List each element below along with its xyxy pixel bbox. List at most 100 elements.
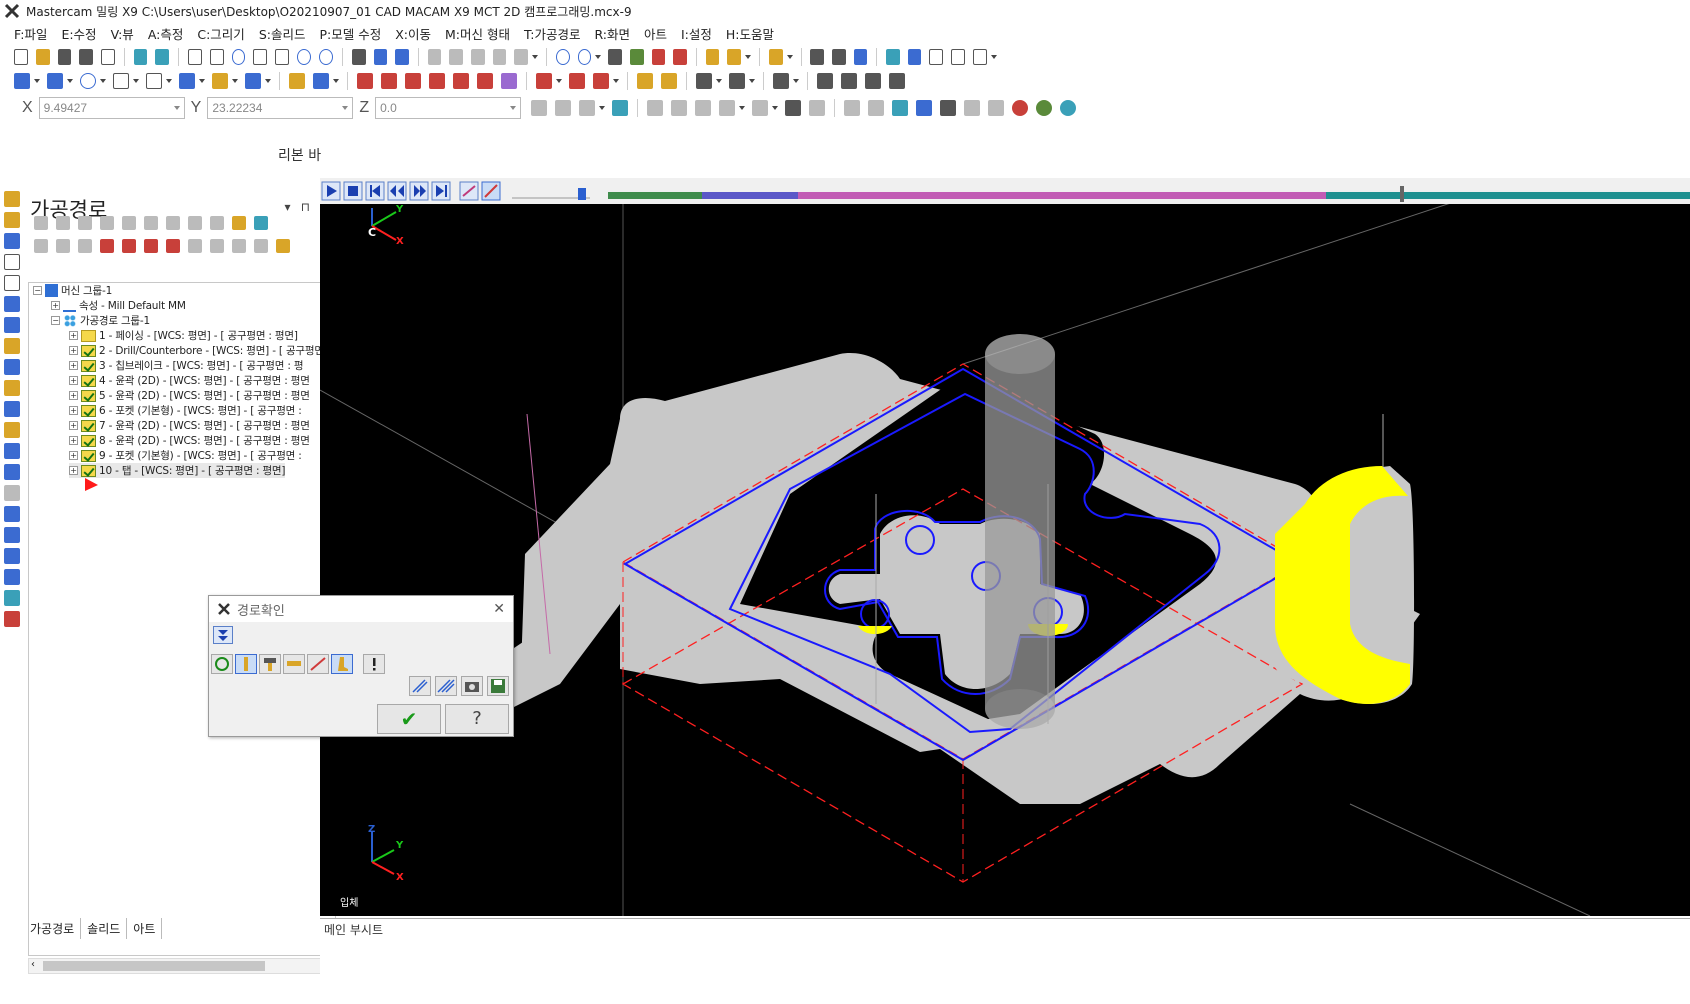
spline-icon[interactable]: [179, 73, 195, 89]
fit-icon[interactable]: [187, 49, 202, 65]
regen-selected-icon[interactable]: [78, 216, 92, 230]
strip-model-chamfer-icon[interactable]: [4, 464, 20, 480]
expand-icon[interactable]: +: [69, 331, 78, 340]
menu-transform[interactable]: X:이동: [395, 24, 431, 43]
tree-item-op-1[interactable]: + 1 - 페이싱 - [WCS: 평면] - [ 공구평면 : 평면]: [69, 328, 298, 343]
backplot-timeline[interactable]: [608, 186, 1690, 202]
y-coordinate-input[interactable]: 23.22234: [207, 97, 354, 119]
x-coordinate-input[interactable]: 9.49427: [38, 97, 185, 119]
solid-revolve-icon[interactable]: [841, 73, 857, 89]
layout-icon[interactable]: [973, 49, 988, 65]
speed-slider[interactable]: [512, 188, 590, 200]
mirror-icon[interactable]: [381, 73, 397, 89]
backplot-icon[interactable]: [122, 216, 136, 230]
strip-point-icon[interactable]: [4, 422, 20, 438]
back-select-icon[interactable]: [940, 100, 957, 116]
tree-item-op-9[interactable]: + 9 - 포켓 (기본형) - [WCS: 평면] - [ 공구평면 :: [69, 448, 302, 463]
strip-wireframe-icon[interactable]: [4, 590, 20, 606]
x-plane-icon[interactable]: [579, 100, 596, 116]
play-button[interactable]: [321, 181, 341, 201]
select-chain-icon[interactable]: [647, 100, 664, 116]
rotate-icon[interactable]: [351, 49, 366, 65]
shade-solid-icon[interactable]: [608, 49, 623, 65]
iso-view-icon[interactable]: [492, 49, 507, 65]
help-button[interactable]: ?: [445, 704, 509, 734]
hatch-icon[interactable]: [773, 73, 789, 89]
menu-art[interactable]: 아트: [644, 24, 667, 43]
arc-icon[interactable]: [146, 73, 162, 89]
strip-drill-icon[interactable]: [4, 296, 20, 312]
regen-dirty-icon[interactable]: [100, 216, 114, 230]
move-down-icon[interactable]: [100, 239, 114, 253]
translucent-icon[interactable]: [651, 49, 666, 65]
point-icon[interactable]: [14, 73, 30, 89]
single-display-icon[interactable]: [188, 239, 202, 253]
pan-icon[interactable]: [373, 49, 388, 65]
strip-transform-icon[interactable]: [4, 485, 20, 501]
stop-button[interactable]: [343, 181, 363, 201]
tree-item-properties[interactable]: + 속성 - Mill Default MM: [51, 298, 186, 313]
menu-solid[interactable]: S:솔리드: [259, 24, 306, 43]
undo-icon[interactable]: [133, 49, 148, 65]
scale-icon[interactable]: [429, 73, 445, 89]
shade-color-icon[interactable]: [630, 49, 644, 65]
quick-verify-button[interactable]: [331, 654, 353, 674]
expand-icon[interactable]: [254, 239, 268, 253]
help-icon[interactable]: [1060, 100, 1077, 116]
config-icon[interactable]: [907, 49, 922, 65]
front-view-icon[interactable]: [449, 49, 463, 65]
tree-item-op-6[interactable]: + 6 - 포켓 (기본형) - [WCS: 평면] - [ 공구평면 :: [69, 403, 302, 418]
menu-toolpaths[interactable]: T:가공경로: [524, 24, 580, 43]
wireframe-icon[interactable]: [555, 49, 570, 65]
display-endpoints-button[interactable]: [307, 654, 329, 674]
tree-item-op-5[interactable]: + 5 - 윤곽 (2D) - [WCS: 평면] - [ 공구평면 : 평면: [69, 388, 310, 403]
rectangular-array-icon[interactable]: [536, 73, 552, 89]
analyze-icon[interactable]: [810, 49, 825, 65]
grid-array-icon[interactable]: [569, 73, 585, 89]
menu-help[interactable]: H:도움말: [726, 24, 774, 43]
strip-slot-icon[interactable]: [4, 275, 20, 291]
tab-main-sheet[interactable]: 메인 부시트: [324, 921, 383, 938]
display-tool-button[interactable]: [235, 654, 257, 674]
note-icon[interactable]: [637, 73, 653, 89]
zoom-icon[interactable]: [275, 49, 290, 65]
print-icon[interactable]: [79, 49, 93, 65]
tree-item-op-2[interactable]: + 2 - Drill/Counterbore - [WCS: 평면] - [ …: [69, 343, 324, 358]
menu-view[interactable]: V:뷰: [111, 24, 134, 43]
statistics-icon[interactable]: [853, 49, 868, 65]
expand-icon[interactable]: +: [69, 406, 78, 415]
attribute-icon[interactable]: [768, 49, 783, 65]
unzoom-icon[interactable]: [253, 49, 268, 65]
new-file-icon[interactable]: [14, 49, 28, 65]
ok-circle-icon[interactable]: [1036, 100, 1053, 116]
select-only-icon[interactable]: [752, 100, 769, 116]
scroll-insert-icon[interactable]: [166, 239, 180, 253]
display-selected-icon[interactable]: [210, 239, 224, 253]
menu-settings[interactable]: I:설정: [681, 24, 712, 43]
step-forward-button[interactable]: [409, 181, 429, 201]
strip-thread-icon[interactable]: [4, 359, 20, 375]
sum-icon[interactable]: [951, 49, 966, 65]
first-step-button[interactable]: [365, 181, 385, 201]
tree-item-toolpath-group[interactable]: − 가공경로 그룹-1: [51, 313, 150, 328]
rotate-xform-icon[interactable]: [405, 73, 421, 89]
offset-icon[interactable]: [245, 73, 261, 89]
vertical-dim-icon[interactable]: [729, 73, 745, 89]
expand-icon[interactable]: +: [69, 376, 78, 385]
menu-screen[interactable]: R:화면: [594, 24, 630, 43]
lock-icon[interactable]: [34, 239, 48, 253]
collapse-dialog-button[interactable]: [213, 626, 233, 644]
top-view-icon[interactable]: [427, 49, 442, 65]
save-geometry-button[interactable]: [487, 676, 509, 696]
select-polygon-icon[interactable]: [695, 100, 712, 116]
horizontal-dim-icon[interactable]: [696, 73, 712, 89]
label-icon[interactable]: [661, 73, 677, 89]
highfeed-icon[interactable]: [210, 216, 224, 230]
strip-blend-icon[interactable]: [4, 569, 20, 585]
step-mode-button[interactable]: [409, 676, 431, 696]
panel-menu-icon[interactable]: ▾: [285, 200, 291, 214]
expand-icon[interactable]: +: [69, 346, 78, 355]
move-up-icon[interactable]: [122, 239, 136, 253]
strip-circle-mill-icon[interactable]: [4, 401, 20, 417]
info-button[interactable]: [363, 654, 385, 674]
